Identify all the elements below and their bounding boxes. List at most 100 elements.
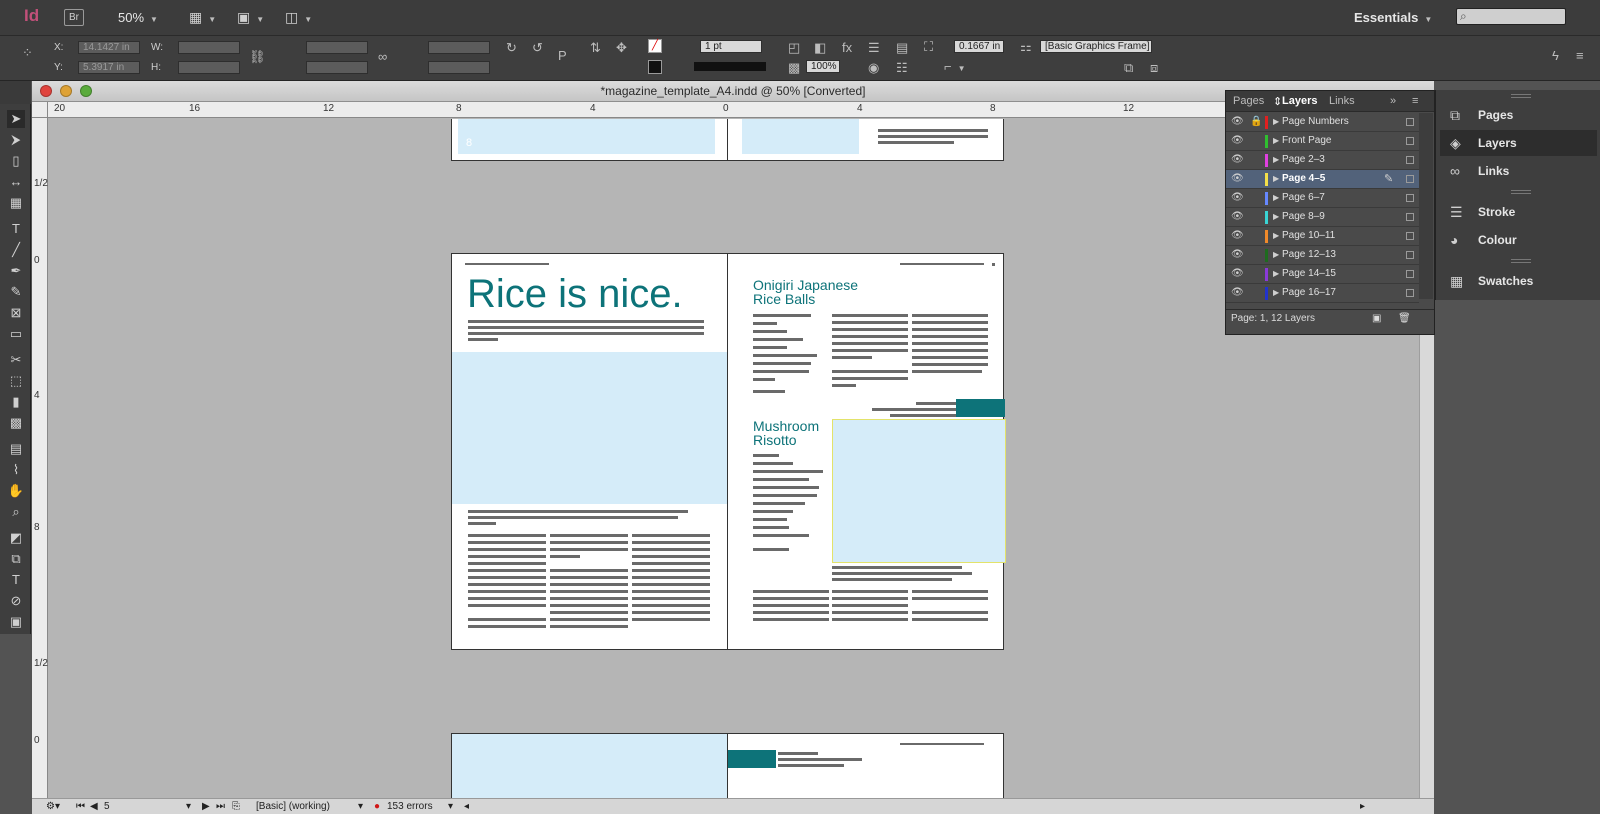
panel-menu-icon[interactable]: ≡ — [1412, 95, 1418, 107]
new-layer-icon[interactable]: ▣ — [1372, 313, 1381, 324]
fitting-value-field[interactable]: 0.1667 in — [954, 40, 1004, 53]
delete-layer-icon[interactable]: 🗑 — [1398, 313, 1411, 324]
recipe-headline-onigiri[interactable]: Onigiri Japanese Rice Balls — [753, 278, 858, 306]
layer-row[interactable]: 👁 ▶ Page 14–15 — [1226, 265, 1419, 284]
note-tool-icon[interactable]: ▤ — [7, 440, 25, 458]
layer-selection-square[interactable] — [1406, 289, 1414, 297]
tab-links[interactable]: Links — [1329, 95, 1355, 107]
chevron-down-icon[interactable]: ▾ — [448, 801, 453, 812]
hand-tool-icon[interactable]: ✋ — [7, 482, 25, 500]
expand-triangle-icon[interactable]: ▶ — [1273, 231, 1279, 240]
page-5[interactable]: Onigiri Japanese Rice Balls Mushroom Ris… — [727, 253, 1006, 650]
dock-item-layers[interactable]: ◈ Layers — [1440, 130, 1597, 156]
dock-item-swatches[interactable]: ▦ Swatches — [1440, 268, 1597, 294]
flip-horizontal-icon[interactable]: ⇅ — [590, 40, 601, 56]
apply-none-icon[interactable]: ⊘ — [7, 592, 25, 610]
hero-image-placeholder[interactable] — [452, 352, 729, 504]
lock-icon[interactable]: 🔒 — [1250, 116, 1262, 127]
image-placeholder[interactable] — [452, 734, 729, 798]
rotate-90-cw-icon[interactable]: ↻ — [506, 40, 517, 56]
rectangle-frame-tool-icon[interactable]: ⊠ — [7, 304, 25, 322]
preflight-errors[interactable]: 153 errors — [387, 801, 433, 812]
expand-triangle-icon[interactable]: ▶ — [1273, 212, 1279, 221]
expand-triangle-icon[interactable]: ▶ — [1273, 250, 1279, 259]
pencil-tool-icon[interactable]: ✎ — [7, 283, 25, 301]
image-placeholder[interactable] — [458, 119, 715, 154]
pen-tool-icon[interactable]: ✒ — [7, 262, 25, 280]
layer-row[interactable]: 👁 ▶ Page 4–5 ✎ — [1226, 170, 1419, 189]
effects-icon[interactable]: fx — [842, 40, 852, 55]
visibility-eye-icon[interactable]: 👁 — [1231, 173, 1244, 184]
corner-options-icon[interactable]: ◰ — [788, 40, 800, 56]
y-position-field[interactable]: 5.3917 in — [78, 61, 140, 74]
previous-page-icon[interactable]: ◀ — [90, 801, 98, 812]
visibility-eye-icon[interactable]: 👁 — [1231, 116, 1244, 127]
clear-style-icon[interactable]: ⧈ — [1150, 60, 1158, 76]
layer-selection-square[interactable] — [1406, 213, 1414, 221]
view-options-icon[interactable]: ▦ ▼ — [189, 9, 216, 26]
wrap-around-icon[interactable]: ▤ — [896, 40, 908, 56]
expand-triangle-icon[interactable]: ▶ — [1273, 136, 1279, 145]
rotation-angle-field[interactable] — [428, 41, 490, 54]
fit-content-icon[interactable]: ◉ — [868, 60, 879, 76]
visibility-eye-icon[interactable]: 👁 — [1231, 154, 1244, 165]
stroke-swatch[interactable] — [648, 60, 662, 74]
visibility-eye-icon[interactable]: 👁 — [1231, 230, 1244, 241]
content-collector-icon[interactable]: ▦ — [7, 194, 25, 212]
visibility-eye-icon[interactable]: 👁 — [1231, 192, 1244, 203]
text-wrap-icon[interactable]: ☰ — [868, 40, 880, 56]
layers-scrollbar[interactable] — [1419, 113, 1433, 299]
visibility-eye-icon[interactable]: 👁 — [1231, 211, 1244, 222]
preflight-profile[interactable]: [Basic] (working) — [256, 801, 330, 812]
fill-none-swatch[interactable]: ╱ — [648, 39, 662, 53]
visibility-eye-icon[interactable]: 👁 — [1231, 249, 1244, 260]
layer-row[interactable]: 👁 ▶ Front Page — [1226, 132, 1419, 151]
scale-y-field[interactable] — [306, 61, 368, 74]
dock-grip[interactable] — [1511, 259, 1531, 263]
screen-mode-tool-icon[interactable]: ▣ — [7, 613, 25, 631]
gradient-swatch-tool-icon[interactable]: ▮ — [7, 393, 25, 411]
gap-tool-icon[interactable]: ↔ — [7, 173, 25, 191]
dock-grip[interactable] — [1511, 190, 1531, 194]
panel-menu-icon[interactable]: ≡ — [1576, 48, 1584, 63]
direct-selection-tool-icon[interactable]: ⮞ — [7, 131, 25, 149]
formatting-affects-icon[interactable]: T — [7, 571, 25, 589]
visibility-eye-icon[interactable]: 👁 — [1231, 268, 1244, 279]
quick-apply-icon[interactable]: ϟ — [1552, 48, 1559, 63]
first-page-icon[interactable]: ⏮ — [76, 801, 85, 812]
color-block[interactable] — [956, 399, 1005, 417]
dock-item-links[interactable]: ∞ Links — [1440, 158, 1597, 184]
layer-row[interactable]: 👁 ▶ Page 16–17 — [1226, 284, 1419, 303]
open-page-icon[interactable]: ⎘ — [232, 801, 240, 812]
scale-x-field[interactable] — [306, 41, 368, 54]
close-window-button[interactable] — [40, 85, 52, 97]
link-icon[interactable]: ∞ — [378, 49, 387, 64]
page-tool-icon[interactable]: ▯ — [7, 152, 25, 170]
expand-triangle-icon[interactable]: ▶ — [1273, 117, 1279, 126]
clear-overrides-icon[interactable]: ⧉ — [1124, 60, 1133, 76]
horizontal-scroll-left-icon[interactable]: ◂ — [464, 801, 469, 812]
layer-selection-square[interactable] — [1406, 137, 1414, 145]
dock-item-pages[interactable]: ⧉ Pages — [1440, 102, 1597, 128]
expand-triangle-icon[interactable]: ▶ — [1273, 288, 1279, 297]
page-right-top-spread[interactable] — [727, 119, 1004, 161]
layer-row[interactable]: 👁 ▶ Page 6–7 — [1226, 189, 1419, 208]
selected-image-frame[interactable] — [832, 419, 1006, 563]
select-content-icon[interactable]: ✥ — [616, 40, 627, 56]
page-4[interactable]: Rice is nice. — [451, 253, 729, 650]
visibility-eye-icon[interactable]: 👁 — [1231, 135, 1244, 146]
stroke-weight-field[interactable]: 1 pt — [700, 40, 762, 53]
free-transform-tool-icon[interactable]: ⬚ — [7, 372, 25, 390]
pasteboard[interactable]: 8 Rice is nice. Onigiri Japanese Rice Ba… — [49, 119, 1418, 798]
tab-pages[interactable]: Pages — [1233, 95, 1264, 107]
frame-fitting-icon[interactable]: ⛶ — [924, 39, 933, 55]
next-page-icon[interactable]: ▶ — [202, 801, 210, 812]
last-page-icon[interactable]: ⏭ — [216, 801, 225, 812]
zoom-tool-icon[interactable]: ⌕ — [7, 503, 25, 521]
search-input[interactable]: ⌕ — [1456, 8, 1566, 25]
shear-angle-field[interactable] — [428, 61, 490, 74]
arrange-documents-icon[interactable]: ◫ ▼ — [285, 9, 312, 26]
height-field[interactable] — [178, 61, 240, 74]
zoom-level-select[interactable]: 50% ▼ — [118, 10, 158, 25]
bridge-button[interactable]: Br — [64, 9, 84, 26]
